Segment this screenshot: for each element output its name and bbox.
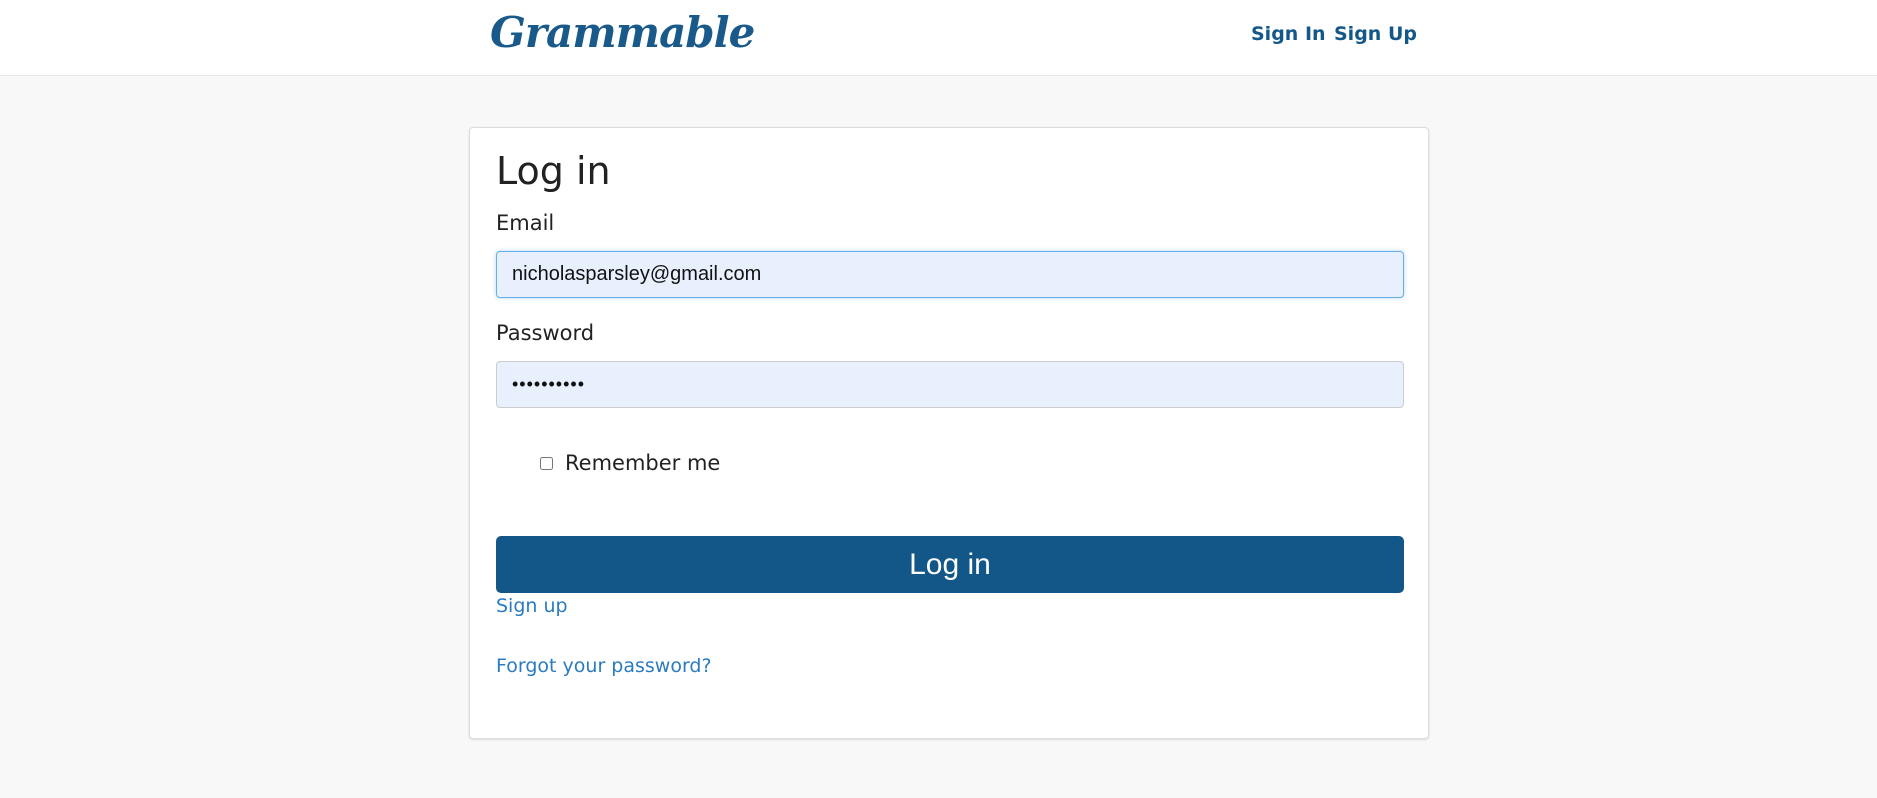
top-navbar: Grammable Sign In Sign Up <box>0 0 1877 76</box>
password-label: Password <box>496 321 595 345</box>
brand-logo[interactable]: Grammable <box>490 8 755 58</box>
email-field[interactable] <box>496 251 1404 298</box>
login-panel: Log in Email Password Remember me Log in… <box>469 127 1429 739</box>
log-in-button[interactable]: Log in <box>496 536 1404 593</box>
password-field[interactable] <box>496 361 1404 408</box>
forgot-password-link[interactable]: Forgot your password? <box>496 654 712 678</box>
page-title: Log in <box>496 149 611 193</box>
nav-sign-in-link[interactable]: Sign In <box>1251 22 1326 46</box>
nav-sign-up-link[interactable]: Sign Up <box>1334 22 1417 46</box>
sign-up-link[interactable]: Sign up <box>496 594 568 618</box>
remember-me-row: Remember me <box>540 450 720 476</box>
remember-me-label[interactable]: Remember me <box>565 450 720 476</box>
email-label: Email <box>496 211 555 235</box>
remember-me-checkbox[interactable] <box>540 456 553 470</box>
